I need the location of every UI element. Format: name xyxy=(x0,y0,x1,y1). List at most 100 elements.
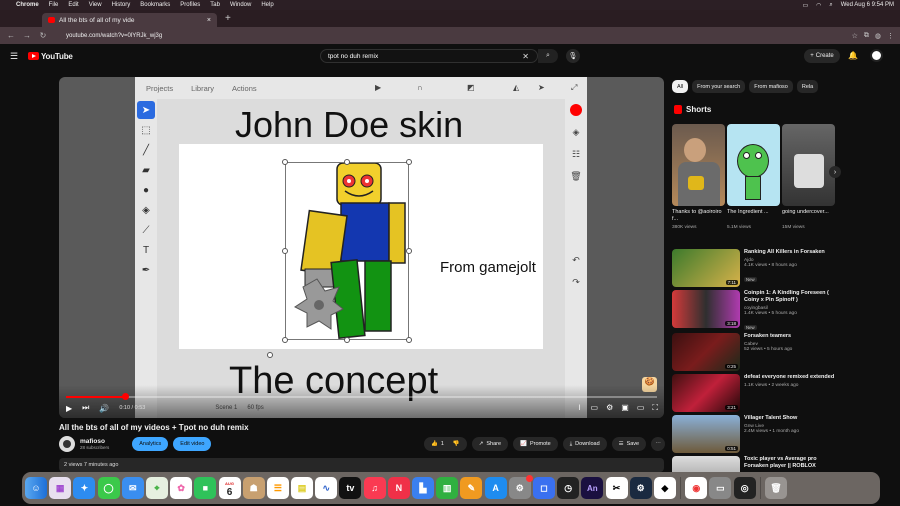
browser-tab[interactable]: All the bts of all of my vide × xyxy=(42,13,217,27)
video-title[interactable]: Villager Talent Show xyxy=(744,415,837,422)
notifications-bell-icon[interactable]: 🔔 xyxy=(848,51,858,60)
search-button[interactable]: ⌕ xyxy=(538,49,558,63)
create-button[interactable]: + Create xyxy=(804,49,840,63)
menu-bookmarks[interactable]: Bookmarks xyxy=(140,2,170,8)
video-title[interactable]: Toxic player vs Average pro Forsaken pla… xyxy=(744,456,837,470)
animate-app-icon[interactable]: An xyxy=(581,477,604,499)
search-spotlight-icon[interactable]: ⌕ xyxy=(829,2,832,9)
system-settings-icon[interactable]: ⚙ xyxy=(508,475,533,499)
clock-datetime[interactable]: Wed Aug 6 9:54 PM xyxy=(841,2,894,9)
reminders-icon[interactable]: ☰ xyxy=(266,477,289,499)
numbers-icon[interactable]: ▥ xyxy=(436,477,459,499)
promote-button[interactable]: 📈 Promote xyxy=(513,437,558,451)
menu-tab[interactable]: Tab xyxy=(210,2,220,8)
screen-recording-icon[interactable]: ◎ xyxy=(733,477,756,499)
search-input[interactable]: tpot no duh remix ✕ xyxy=(320,49,538,63)
short-thumbnail[interactable] xyxy=(672,124,725,206)
appstore-icon[interactable]: A xyxy=(484,477,507,499)
save-button[interactable]: ☰ Save xyxy=(611,437,647,451)
appletv-icon[interactable]: tv xyxy=(339,477,362,499)
hamburger-menu-icon[interactable]: ☰ xyxy=(10,51,28,62)
clear-search-icon[interactable]: ✕ xyxy=(522,52,529,61)
app-blue-square-icon[interactable]: ◻ xyxy=(532,477,555,499)
play-button-icon[interactable]: ▶ xyxy=(66,404,72,413)
menu-edit[interactable]: Edit xyxy=(68,2,78,8)
clock-app-icon[interactable]: ◷ xyxy=(557,477,580,499)
menu-app-name[interactable]: Chrome xyxy=(16,2,39,8)
shorts-next-icon[interactable]: › xyxy=(829,166,841,178)
like-button[interactable]: 👍 1 👎 xyxy=(424,437,467,451)
next-button-icon[interactable]: ⏭ xyxy=(82,403,89,413)
channel-avatar[interactable] xyxy=(59,436,75,452)
channel-name[interactable]: mafioso xyxy=(80,438,109,445)
tab-close-icon[interactable]: × xyxy=(207,17,211,24)
menu-profiles[interactable]: Profiles xyxy=(180,2,200,8)
recommended-video[interactable]: 0:51 Villager Talent Show Gnw Live 2.4M … xyxy=(672,415,837,453)
volume-icon[interactable]: 🔊 xyxy=(99,404,109,413)
short-thumbnail[interactable] xyxy=(782,124,835,206)
video-thumbnail[interactable]: 7:11 xyxy=(672,249,740,287)
contacts-icon[interactable]: ☗ xyxy=(242,477,265,499)
keynote-icon[interactable]: ▙ xyxy=(412,477,434,499)
recommended-video[interactable]: 7:11 Ranking All Killers in Forsaken Ajd… xyxy=(672,249,837,287)
recommended-video[interactable]: 0:25 Forsaken teamers Cabev 52 views • 5… xyxy=(672,333,837,371)
menu-view[interactable]: View xyxy=(89,2,102,8)
short-item[interactable]: going undercover... 15M views xyxy=(782,124,835,230)
share-button[interactable]: ↗ Share xyxy=(471,437,509,451)
analytics-button[interactable]: Analytics xyxy=(132,437,169,451)
back-icon[interactable]: ← xyxy=(6,31,16,40)
profile-icon[interactable]: ◍ xyxy=(875,32,881,40)
menu-file[interactable]: File xyxy=(49,2,59,8)
finder-icon[interactable]: ☺ xyxy=(25,477,47,499)
progress-bar[interactable] xyxy=(66,393,657,400)
theater-mode-icon[interactable]: ▭ xyxy=(637,403,645,413)
wifi-icon[interactable]: ◠ xyxy=(816,2,821,9)
preview-window-icon[interactable]: ▭ xyxy=(709,477,732,499)
launchpad-icon[interactable]: ▦ xyxy=(49,477,72,499)
chip-from-channel[interactable]: From mafioso xyxy=(749,80,793,93)
safari-icon[interactable]: ✦ xyxy=(73,477,96,499)
video-thumbnail[interactable]: 0:51 xyxy=(672,415,740,453)
thumbs-down-icon[interactable]: 👎 xyxy=(453,441,460,447)
video-thumbnail[interactable]: 0:25 xyxy=(672,333,740,371)
video-player[interactable]: Projects Library Actions ▶ ∩ ◩ ◭ ➤ ⤢ ➤ ⬚… xyxy=(59,77,664,418)
settings-gear-icon[interactable]: ⚙ xyxy=(606,403,613,413)
fullscreen-icon[interactable]: ⛶ xyxy=(652,403,658,413)
facetime-icon[interactable]: ■ xyxy=(194,477,217,499)
video-title[interactable]: Ranking All Killers in Forsaken xyxy=(744,249,837,256)
menu-history[interactable]: History xyxy=(112,2,131,8)
battery-icon[interactable]: ▭ xyxy=(802,2,808,9)
more-actions-icon[interactable]: ⋯ xyxy=(651,437,666,451)
forward-icon[interactable]: → xyxy=(22,31,32,40)
voice-search-button[interactable]: 🎙 xyxy=(566,49,580,63)
reload-icon[interactable]: ↻ xyxy=(38,31,48,40)
video-thumbnail[interactable] xyxy=(672,456,740,472)
youtube-logo[interactable]: YouTube xyxy=(28,52,73,61)
chrome-menu-icon[interactable]: ⋮ xyxy=(887,32,894,40)
video-thumbnail[interactable]: 3:21 xyxy=(672,374,740,412)
trash-icon[interactable]: 🗑 xyxy=(765,477,787,499)
miniplayer-icon[interactable]: ▣ xyxy=(621,403,629,413)
menu-help[interactable]: Help xyxy=(261,2,273,8)
roblox-icon[interactable]: ◆ xyxy=(653,477,676,499)
video-thumbnail[interactable]: 3:18 xyxy=(672,290,740,328)
freeform-icon[interactable]: ∿ xyxy=(315,477,338,499)
messages-icon[interactable]: ◯ xyxy=(97,477,120,499)
chip-from-search[interactable]: From your search xyxy=(692,80,746,93)
pages-icon[interactable]: ✎ xyxy=(460,477,483,499)
subtitles-icon[interactable]: ▭ xyxy=(591,403,599,413)
notes-icon[interactable]: ▤ xyxy=(291,477,314,499)
recommended-video[interactable]: 3:18 Coinpin 1: A Kindling Foreseen ( Co… xyxy=(672,290,837,330)
new-tab-button[interactable]: + xyxy=(225,13,231,24)
maps-icon[interactable]: ⌖ xyxy=(145,477,168,499)
mail-icon[interactable]: ✉ xyxy=(121,477,144,499)
recommended-video[interactable]: Toxic player vs Average pro Forsaken pla… xyxy=(672,456,837,472)
chrome-icon[interactable]: ◉ xyxy=(685,477,708,499)
video-title[interactable]: Forsaken teamers xyxy=(744,333,837,340)
bookmark-star-icon[interactable]: ☆ xyxy=(852,32,858,40)
extensions-icon[interactable]: ⧉ xyxy=(864,32,869,40)
news-icon[interactable]: N xyxy=(387,477,410,499)
music-icon[interactable]: ♫ xyxy=(363,477,386,499)
edit-video-button[interactable]: Edit video xyxy=(173,437,212,451)
url-field[interactable]: youtube.com/watch?v=0lYRJk_wj3g xyxy=(66,33,846,39)
